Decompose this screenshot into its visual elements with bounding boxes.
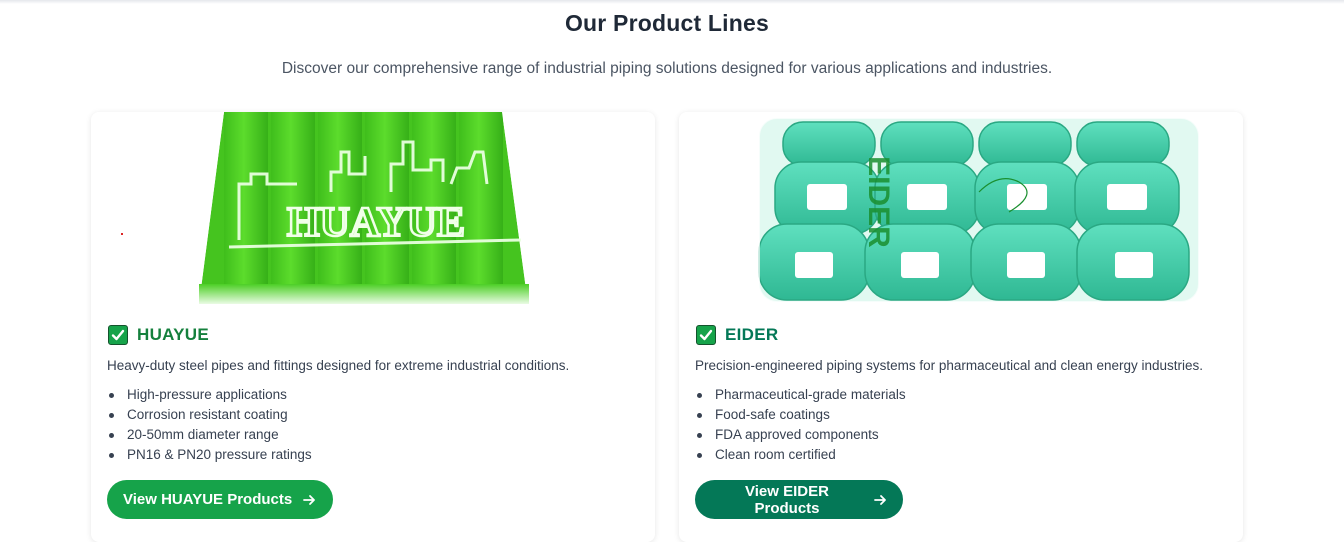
feature-item: Food-safe coatings <box>695 405 906 425</box>
bullet-icon <box>109 452 114 458</box>
huayue-brand-heading: HUAYUE <box>108 324 209 346</box>
bullet-icon <box>697 452 702 458</box>
bullet-icon <box>109 392 114 398</box>
button-label: View EIDER Products <box>745 482 829 517</box>
eider-brand-heading: EIDER <box>696 324 778 346</box>
feature-item: 20-50mm diameter range <box>107 425 312 445</box>
product-card-eider: EIDER EIDER Precision-engineered piping … <box>679 112 1243 542</box>
eider-product-image: EIDER <box>679 112 1243 304</box>
top-shadow <box>0 0 1344 4</box>
check-icon <box>696 325 716 345</box>
feature-item: Corrosion resistant coating <box>107 405 312 425</box>
huayue-feature-list: High-pressure applications Corrosion res… <box>107 385 312 465</box>
feature-item: High-pressure applications <box>107 385 312 405</box>
view-eider-products-button[interactable]: View EIDER Products <box>695 480 903 519</box>
bullet-icon <box>109 432 114 438</box>
feature-item: Clean room certified <box>695 445 906 465</box>
eider-brand-name: EIDER <box>725 325 779 344</box>
check-icon <box>108 325 128 345</box>
huayue-product-image: HUAYUE <box>91 112 655 304</box>
eider-feature-list: Pharmaceutical-grade materials Food-safe… <box>695 385 906 465</box>
feature-item: PN16 & PN20 pressure ratings <box>107 445 312 465</box>
view-huayue-products-button[interactable]: View HUAYUE Products <box>107 480 333 519</box>
eider-description: Precision-engineered piping systems for … <box>695 358 1204 373</box>
product-card-huayue: HUAYUE HUAYUE Heavy-duty steel pipes and… <box>91 112 655 542</box>
huayue-description: Heavy-duty steel pipes and fittings desi… <box>107 358 570 373</box>
huayue-brand-name: HUAYUE <box>137 325 210 344</box>
section-title: Our Product Lines <box>564 10 770 36</box>
bullet-icon <box>697 392 702 398</box>
svg-text:EIDER: EIDER <box>862 156 895 248</box>
button-label: View HUAYUE Products <box>123 491 293 508</box>
svg-text:HUAYUE: HUAYUE <box>287 200 465 246</box>
arrow-right-icon <box>873 493 887 507</box>
feature-item: Pharmaceutical-grade materials <box>695 385 906 405</box>
bullet-icon <box>697 432 702 438</box>
section-subtitle: Discover our comprehensive range of indu… <box>281 60 1053 77</box>
bullet-icon <box>109 412 114 418</box>
bullet-icon <box>697 412 702 418</box>
feature-item: FDA approved components <box>695 425 906 445</box>
arrow-right-icon <box>302 493 316 507</box>
